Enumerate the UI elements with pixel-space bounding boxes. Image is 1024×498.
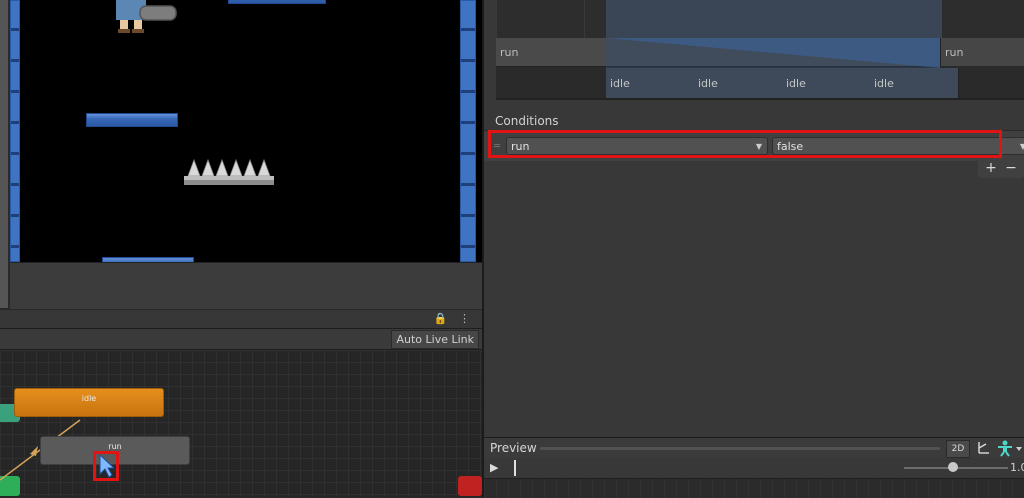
idle-segment-label: idle [610,77,630,90]
game-view-footer [10,262,482,309]
chevron-down-icon: ▼ [1019,142,1024,151]
state-node-run-label: run [108,442,122,451]
cursor-highlight-box [93,451,119,481]
idle-segment-label: idle [874,77,894,90]
condition-list-footer: + − [978,160,1024,178]
platform-top [228,0,326,4]
remove-condition-button[interactable]: − [1002,160,1020,178]
animator-tab-bar: 🔒 ⋮ [0,310,482,329]
scrub-handle[interactable] [514,460,516,476]
toggle-2d-button[interactable]: 2D [946,440,970,458]
idle-segment[interactable]: idle [694,68,783,98]
auto-live-link-button[interactable]: Auto Live Link [391,330,479,349]
spike-trap [184,158,274,185]
timeline-run-label: run [500,46,519,59]
idle-segment[interactable]: idle [606,68,695,98]
pivot-icon[interactable] [974,440,992,456]
timeline-run-bar-next[interactable]: run [940,38,1024,66]
timeline-border [496,98,1024,100]
wall-left [10,0,20,262]
preview-resize-bar[interactable] [540,447,940,450]
idle-segment[interactable]: idle [782,68,871,98]
lock-menu-icons[interactable]: 🔒 ⋮ [434,312,474,325]
transition-range[interactable] [606,0,942,38]
platform-middle [86,113,178,127]
wall-right [460,0,476,262]
state-node-idle[interactable]: idle [14,388,164,417]
play-button[interactable]: ▶ [490,461,498,474]
game-viewport[interactable] [10,0,482,262]
preview-header: Preview 2D [484,438,1024,458]
timeline-idle-row: idle idle idle idle [606,68,960,98]
panel-edge [0,0,8,308]
preview-controls: ▶ 1.0 [484,458,1024,479]
conditions-header: Conditions [495,114,559,128]
game-view-panel [0,0,482,309]
animator-window: 🔒 ⋮ Auto Live Link idle run [0,310,482,497]
idle-segment[interactable]: idle [870,68,959,98]
idle-segment-label: idle [698,77,718,90]
condition-highlight-box [488,130,1002,158]
inspector-panel: run run idle idle idle idle Conditions ═… [484,0,1024,498]
add-condition-button[interactable]: + [982,160,1000,178]
avatar-icon[interactable] [996,439,1024,457]
animator-toolbar: Auto Live Link [0,329,482,350]
speed-value: 1.0 [1010,461,1024,474]
state-node-idle-label: idle [81,394,97,403]
transition-timeline[interactable]: run run idle idle idle idle [496,0,1024,100]
idle-segment-label: idle [786,77,806,90]
exit-node[interactable] [458,476,482,496]
timeline-run-label-next: run [945,46,964,59]
speed-slider-thumb[interactable] [948,462,958,472]
player-character [116,0,177,33]
state-machine-graph[interactable]: idle run [0,350,482,497]
preview-title: Preview [490,441,537,455]
preview-viewport[interactable] [484,479,1024,498]
preview-panel: Preview 2D ▶ 1.0 [484,437,1024,498]
